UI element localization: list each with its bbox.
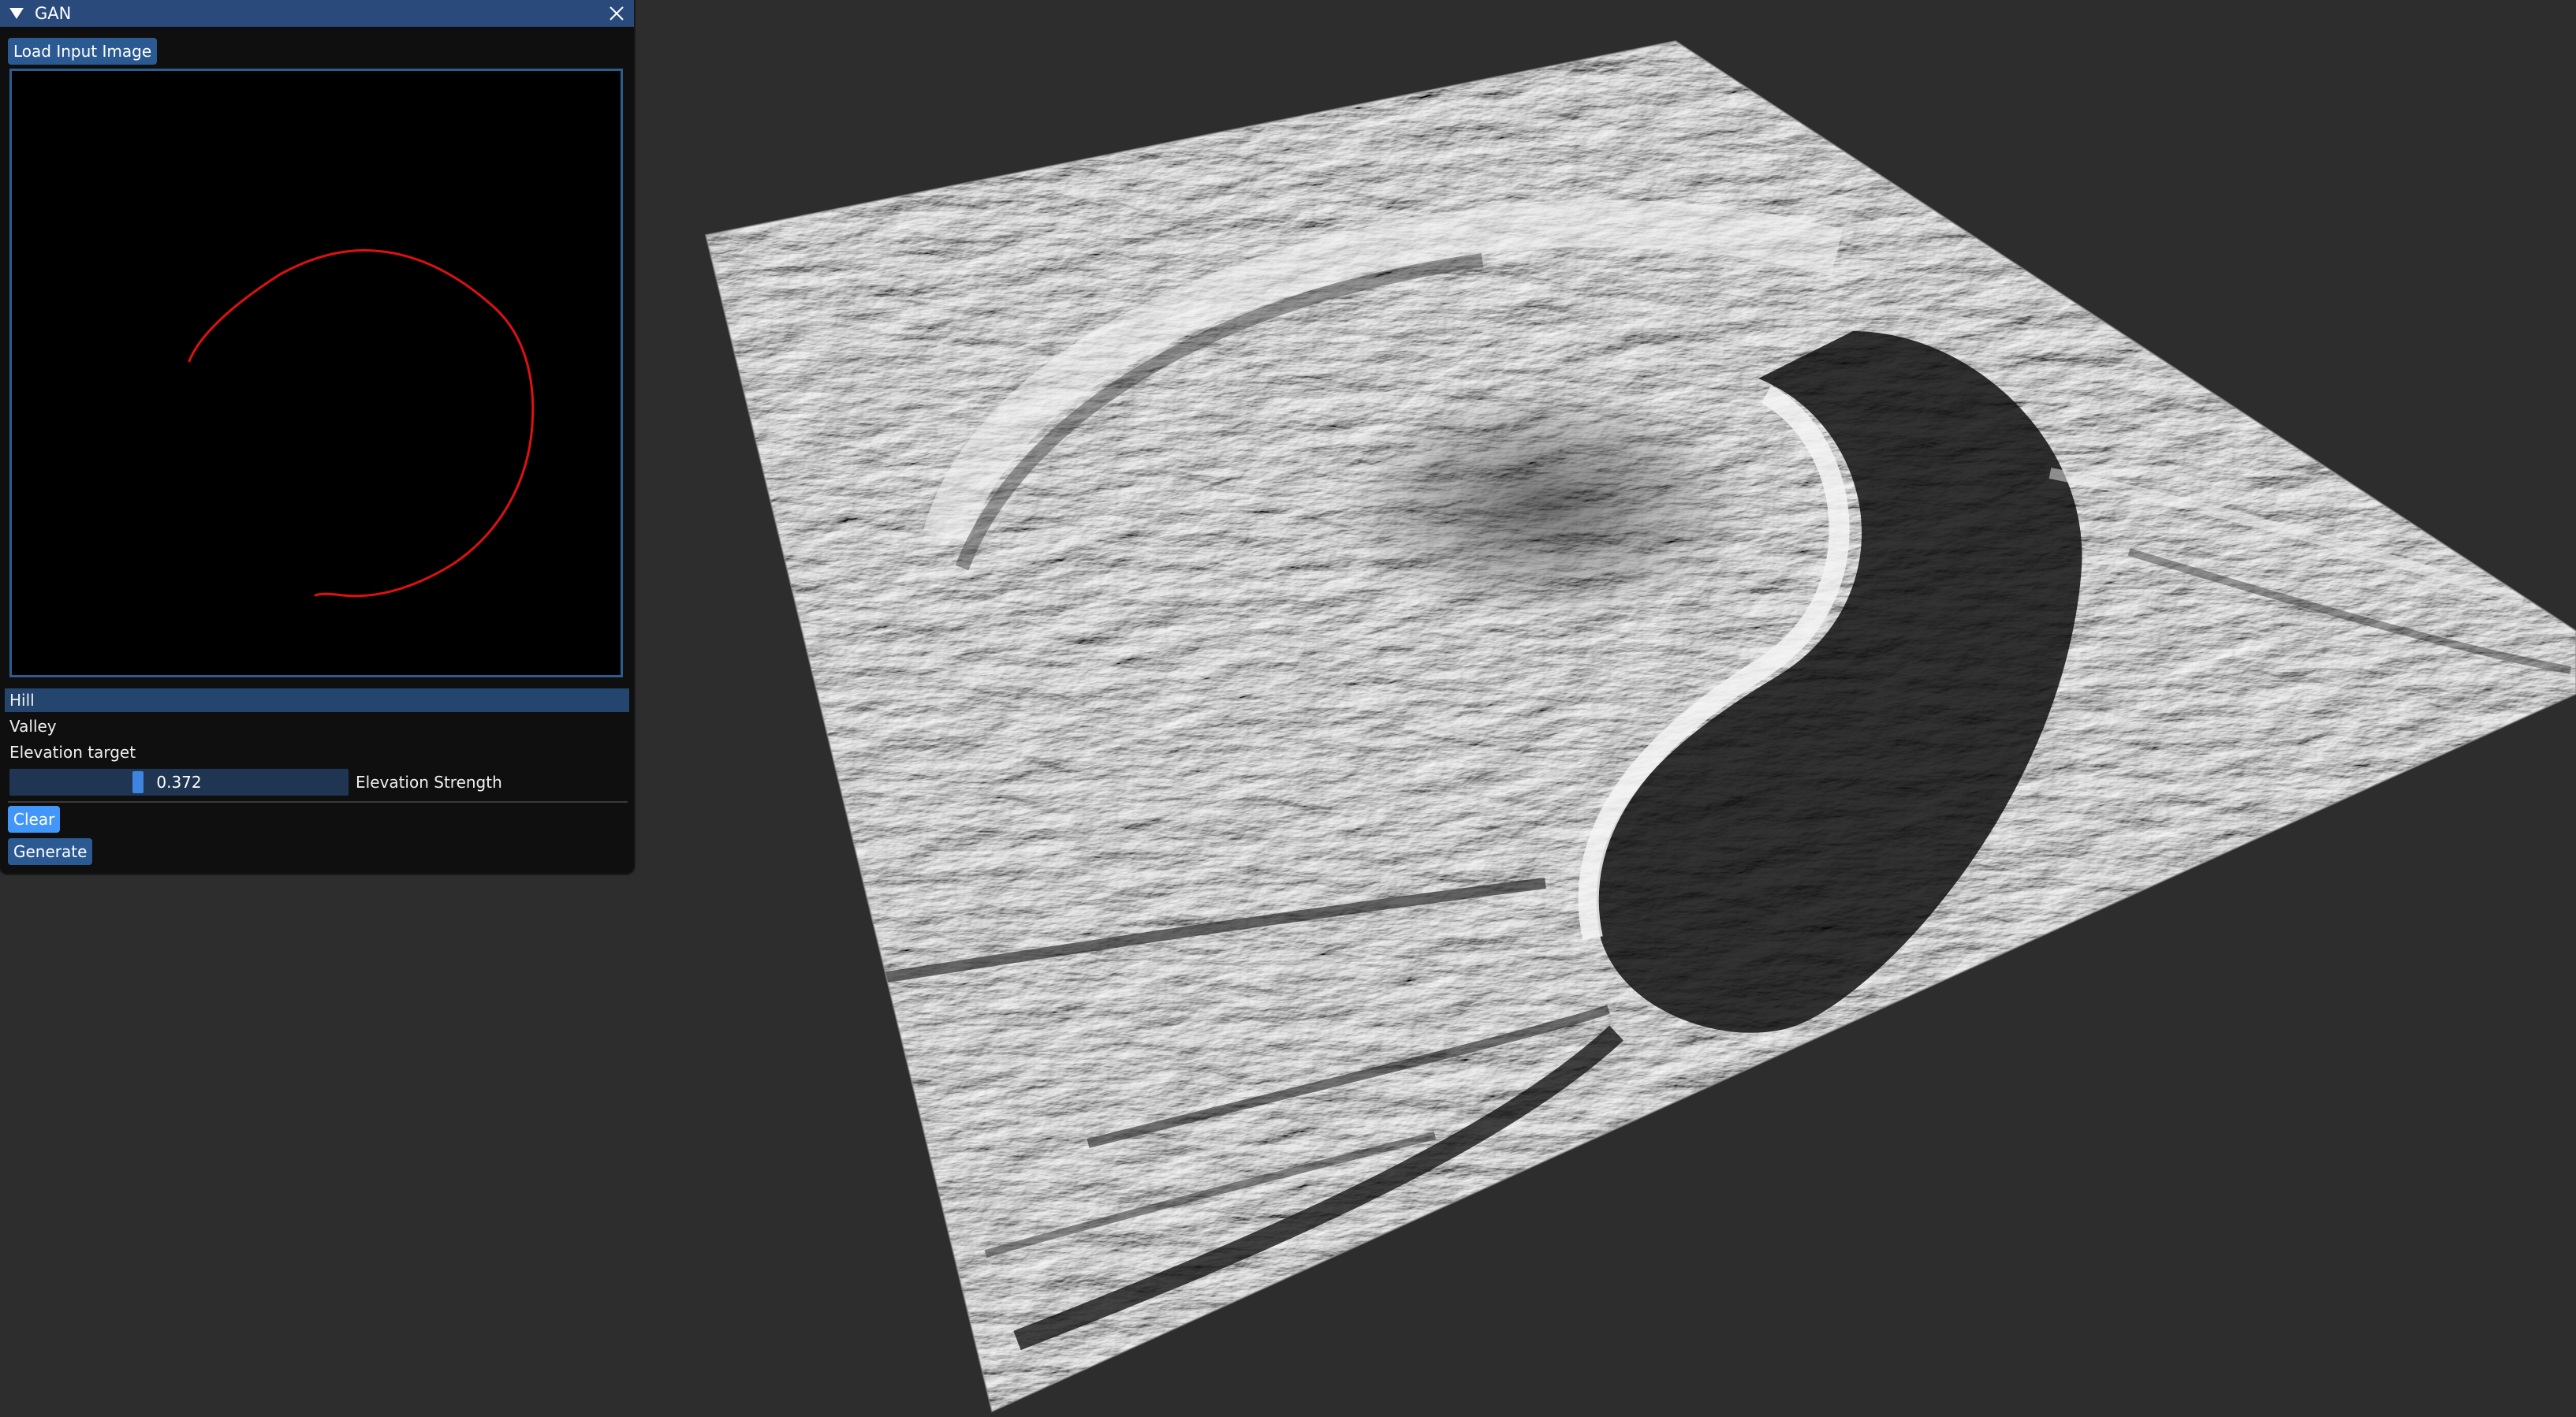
terrain-type-valley[interactable]: Valley <box>5 714 629 738</box>
elevation-strength-slider[interactable]: 0.372 <box>9 769 349 796</box>
sketch-canvas[interactable] <box>9 69 623 677</box>
load-input-image-button[interactable]: Load Input Image <box>8 38 158 65</box>
gan-window: GAN Load Input Image Hill Valley Elevati… <box>0 0 634 874</box>
separator <box>8 801 628 803</box>
terrain-type-hill[interactable]: Hill <box>5 688 629 712</box>
window-title: GAN <box>35 4 72 23</box>
generate-button[interactable]: Generate <box>8 838 93 865</box>
elevation-strength-label: Elevation Strength <box>356 773 502 792</box>
close-icon[interactable] <box>607 4 626 23</box>
collapse-triangle-icon[interactable] <box>9 8 24 19</box>
window-titlebar[interactable]: GAN <box>0 0 634 27</box>
sketch-stroke <box>188 249 535 598</box>
elevation-target-label: Elevation target <box>9 743 136 762</box>
slider-value: 0.372 <box>156 773 202 792</box>
clear-button[interactable]: Clear <box>8 806 61 833</box>
